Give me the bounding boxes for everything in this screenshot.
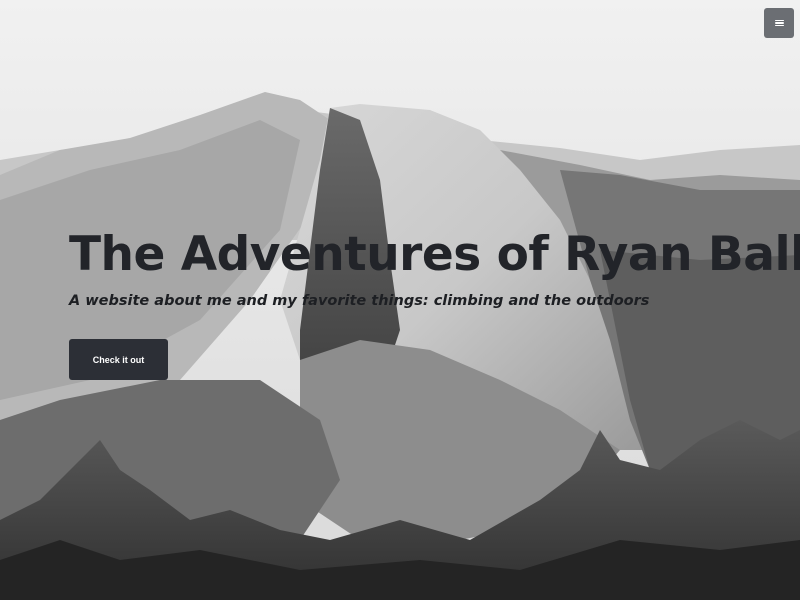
- site-tagline: A website about me and my favorite thing…: [69, 293, 650, 309]
- site-title: The Adventures of Ryan Ball: [69, 227, 800, 282]
- hero-content: The Adventures of Ryan Ball A website ab…: [69, 225, 800, 380]
- hero-section: The Adventures of Ryan Ball A website ab…: [0, 0, 800, 600]
- hamburger-menu-icon: [774, 19, 784, 27]
- check-it-out-button[interactable]: Check it out: [69, 339, 168, 380]
- menu-button[interactable]: [764, 8, 794, 38]
